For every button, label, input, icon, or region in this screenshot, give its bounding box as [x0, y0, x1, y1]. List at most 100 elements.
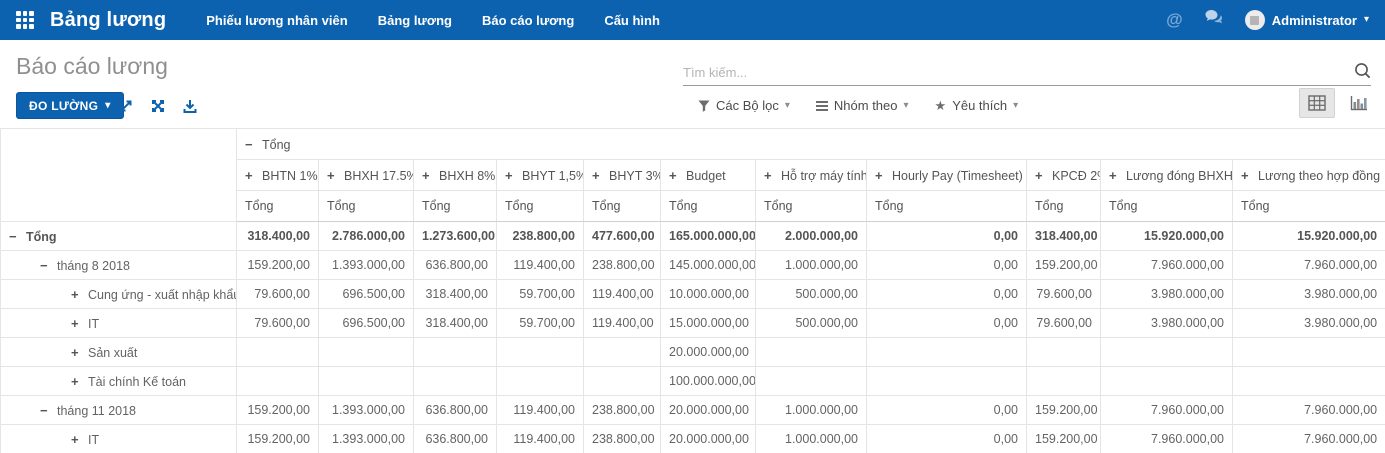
- measure-column-header[interactable]: + Budget: [660, 159, 756, 191]
- expand-icon[interactable]: +: [592, 168, 609, 183]
- measure-column-header[interactable]: + Hourly Pay (Timesheet): [866, 159, 1027, 191]
- measure-column-header[interactable]: +KPCĐ 2%: [1026, 159, 1101, 191]
- expand-icon[interactable]: +: [327, 168, 344, 183]
- row-label: tháng 11 2018: [57, 403, 137, 418]
- measure-column-header[interactable]: + BHTN 1%: [236, 159, 319, 191]
- messages-icon[interactable]: [1205, 10, 1223, 30]
- expand-icon[interactable]: +: [71, 316, 88, 331]
- expand-icon[interactable]: +: [875, 168, 892, 183]
- measure-column-label: Lương đóng BHXH: [1126, 168, 1233, 183]
- row-label: Sản xuất: [88, 345, 138, 360]
- measure-subtotal-header[interactable]: Tổng: [583, 190, 661, 222]
- expand-icon[interactable]: +: [245, 168, 262, 183]
- measure-column-header[interactable]: + BHYT 3%: [583, 159, 661, 191]
- chevron-down-icon: ▾: [1013, 99, 1019, 111]
- collapse-icon[interactable]: −: [9, 229, 26, 244]
- row-label: Cung ứng - xuất nhập khẩu: [88, 287, 237, 302]
- pivot-value-cell: 7.960.000,00: [1231, 250, 1385, 280]
- nav-item-bang-luong[interactable]: Bảng lương: [378, 13, 452, 28]
- pivot-value-cell: 7.960.000,00: [1231, 395, 1385, 425]
- flip-axis-icon[interactable]: [150, 98, 166, 114]
- expand-icon[interactable]: +: [764, 168, 781, 183]
- row-label: Tổng: [26, 229, 57, 244]
- mentions-icon[interactable]: @: [1166, 10, 1183, 30]
- measure-column-header[interactable]: + Lương đóng BHXH: [1100, 159, 1233, 191]
- pivot-row: + IT 159.200,00 1.393.000,00 636.800,00 119.4…: [0, 424, 1385, 453]
- pivot-value-cell: 79.600,00: [236, 279, 319, 309]
- measure-subtotal-header[interactable]: Tổng: [755, 190, 867, 222]
- expand-icon[interactable]: +: [1035, 168, 1052, 183]
- row-header[interactable]: + Cung ứng - xuất nhập khẩu: [0, 279, 237, 309]
- measure-subtotal-header[interactable]: Tổng: [236, 190, 319, 222]
- measure-column-header[interactable]: + Hỗ trợ máy tính: [755, 159, 867, 191]
- pivot-value-cell: 79.600,00: [236, 308, 319, 338]
- expand-icon[interactable]: +: [71, 432, 88, 447]
- favorites-button[interactable]: ★ Yêu thích ▾: [935, 98, 1019, 114]
- pivot-value-cell: 2.786.000,00: [318, 221, 414, 251]
- groupby-button[interactable]: Nhóm theo ▾: [815, 98, 909, 113]
- row-header[interactable]: + IT: [0, 424, 237, 453]
- pivot-value-cell: [496, 337, 584, 367]
- nav-item-bao-cao-luong[interactable]: Báo cáo lương: [482, 13, 574, 28]
- chevron-down-icon: ▾: [784, 99, 790, 111]
- row-header[interactable]: − Tổng: [0, 221, 237, 251]
- pivot-value-cell: 20.000.000,00: [660, 395, 756, 425]
- filters-button-label: Các Bộ lọc: [716, 98, 779, 113]
- row-header[interactable]: + Sản xuất: [0, 337, 237, 367]
- collapse-icon[interactable]: −: [245, 137, 262, 152]
- pivot-table: − Tổng + BHTN 1% + BHXH 17.5% + BHXH 8% + BHYT 1,…: [0, 128, 1385, 453]
- user-menu[interactable]: Administrator ▾: [1244, 10, 1369, 30]
- collapse-icon[interactable]: −: [40, 403, 57, 418]
- pivot-value-cell: 500.000,00: [755, 308, 867, 338]
- pivot-value-cell: 1.000.000,00: [755, 395, 867, 425]
- control-panel: Báo cáo lương ĐO LƯỜNG ▾: [0, 40, 1385, 128]
- measure-subtotal-header[interactable]: Tổng: [318, 190, 414, 222]
- nav-item-cau-hinh[interactable]: Cấu hình: [604, 13, 660, 28]
- row-label: IT: [88, 432, 100, 447]
- chevron-down-icon: ▾: [903, 99, 909, 111]
- pivot-value-cell: 318.400,00: [413, 308, 497, 338]
- row-header[interactable]: − tháng 8 2018: [0, 250, 237, 280]
- measure-subtotal-header[interactable]: Tổng: [413, 190, 497, 222]
- expand-icon[interactable]: +: [505, 168, 522, 183]
- search-icon[interactable]: [1354, 62, 1371, 84]
- measures-button[interactable]: ĐO LƯỜNG ▾: [16, 92, 124, 119]
- expand-icon[interactable]: +: [71, 287, 88, 302]
- expand-icon[interactable]: +: [1109, 168, 1126, 183]
- measure-column-header[interactable]: + BHYT 1,5%: [496, 159, 584, 191]
- row-header[interactable]: + Tài chính Kế toán: [0, 366, 237, 396]
- pivot-value-cell: [1231, 337, 1385, 367]
- measure-subtotal-header[interactable]: Tổng: [866, 190, 1027, 222]
- measure-subtotal-header[interactable]: Tổng: [660, 190, 756, 222]
- pivot-value-cell: 0,00: [866, 395, 1027, 425]
- nav-item-phieu-luong[interactable]: Phiếu lương nhân viên: [206, 13, 347, 28]
- measure-column-header[interactable]: + BHXH 8%: [413, 159, 497, 191]
- pivot-value-cell: 7.960.000,00: [1100, 250, 1233, 280]
- expand-icon[interactable]: +: [1241, 168, 1258, 183]
- measure-subtotal-header[interactable]: Tổng: [1231, 190, 1385, 222]
- measure-subtotal-header[interactable]: Tổng: [496, 190, 584, 222]
- expand-icon[interactable]: +: [422, 168, 439, 183]
- pivot-value-cell: 318.400,00: [236, 221, 319, 251]
- search-input[interactable]: [683, 65, 1348, 80]
- measure-subtotal-header[interactable]: Tổng: [1100, 190, 1233, 222]
- pivot-row: + Cung ứng - xuất nhập khẩu 79.600,00 696.5…: [0, 279, 1385, 309]
- filters-button[interactable]: Các Bộ lọc ▾: [698, 98, 790, 113]
- expand-all-icon[interactable]: [118, 98, 134, 114]
- column-group-header-total[interactable]: − Tổng: [235, 128, 1385, 160]
- groupby-icon: [815, 99, 828, 113]
- row-header[interactable]: + IT: [0, 308, 237, 338]
- collapse-icon[interactable]: −: [40, 258, 57, 273]
- measure-column-header[interactable]: + BHXH 17.5%: [318, 159, 414, 191]
- expand-icon[interactable]: +: [71, 374, 88, 389]
- pivot-view-button[interactable]: [1299, 88, 1335, 118]
- expand-icon[interactable]: +: [669, 168, 686, 183]
- measure-column-header[interactable]: + Lương theo hợp đồng: [1231, 159, 1385, 191]
- download-xlsx-icon[interactable]: [182, 98, 198, 114]
- measure-subtotal-header[interactable]: Tổng: [1026, 190, 1101, 222]
- graph-view-button[interactable]: [1341, 88, 1377, 118]
- pivot-value-cell: 636.800,00: [413, 250, 497, 280]
- row-header[interactable]: − tháng 11 2018: [0, 395, 237, 425]
- expand-icon[interactable]: +: [71, 345, 88, 360]
- apps-grid-icon[interactable]: [16, 11, 34, 29]
